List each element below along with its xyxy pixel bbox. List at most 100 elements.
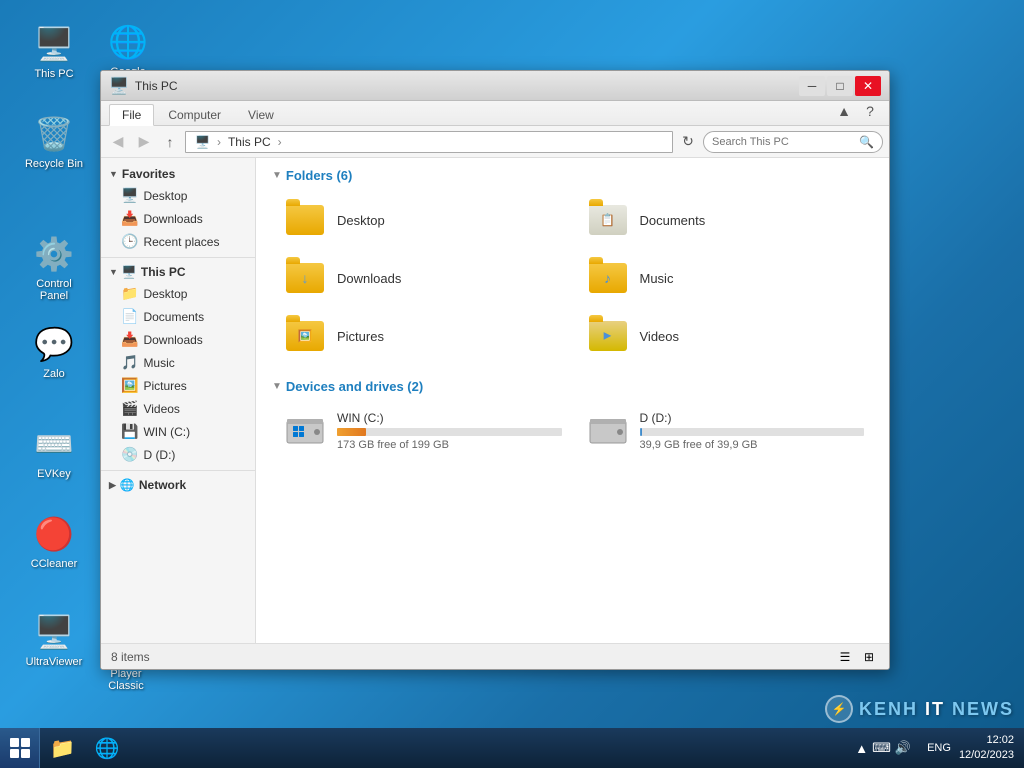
folders-grid: Desktop 📋 Documents — [272, 193, 873, 363]
sidebar-item-downloads[interactable]: 📥 Downloads — [101, 207, 255, 230]
desktop-icon-label: This PC — [34, 68, 73, 80]
help-button[interactable]: ? — [859, 100, 881, 122]
address-path[interactable]: 🖥️ › This PC › — [185, 131, 673, 153]
sidebar-header-favorites[interactable]: ▼ Favorites — [101, 164, 255, 184]
sidebar-item-label: Pictures — [143, 379, 186, 393]
forward-button[interactable]: ▶ — [133, 131, 155, 153]
clock[interactable]: 12:02 12/02/2023 — [959, 733, 1014, 764]
sidebar-header-thispc[interactable]: ▼ 🖥️ This PC — [101, 262, 255, 282]
chevron-icon: ▶ — [109, 480, 116, 491]
sidebar-item-label: Desktop — [143, 189, 187, 203]
tab-view[interactable]: View — [235, 104, 287, 125]
large-icons-view-button[interactable]: ⊞ — [859, 648, 879, 666]
taskbar-explorer-button[interactable]: 📁 — [42, 728, 83, 768]
section-arrow-icon: ▼ — [272, 381, 282, 392]
sidebar-item-dd[interactable]: 💿 D (D:) — [101, 443, 255, 466]
folder-item-music[interactable]: Music — [575, 251, 874, 305]
sidebar-item-music[interactable]: 🎵 Music — [101, 351, 255, 374]
folder-item-pictures[interactable]: 🖼️ Pictures — [272, 309, 571, 363]
path-this-pc[interactable]: This PC — [225, 134, 274, 150]
close-button[interactable]: ✕ — [855, 76, 881, 96]
sidebar-item-downloads2[interactable]: 📥 Downloads — [101, 328, 255, 351]
desktop-icon-this-pc[interactable]: 🖥️ This PC — [18, 20, 90, 84]
drive-item-dd[interactable]: D (D:) 39,9 GB free of 39,9 GB — [575, 404, 874, 458]
folder-item-downloads[interactable]: Downloads — [272, 251, 571, 305]
clock-date: 12/02/2023 — [959, 748, 1014, 763]
sidebar-item-label: Downloads — [143, 333, 202, 347]
folder-taskbar-icon: 📁 — [50, 736, 75, 761]
sidebar-item-documents[interactable]: 📄 Documents — [101, 305, 255, 328]
folder-icon: 🖼️ — [121, 377, 138, 394]
details-view-button[interactable]: ☰ — [835, 648, 855, 666]
minimize-button[interactable]: ─ — [799, 76, 825, 96]
folder-item-documents[interactable]: 📋 Documents — [575, 193, 874, 247]
back-button[interactable]: ◀ — [107, 131, 129, 153]
search-input[interactable] — [712, 136, 859, 148]
tray-volume-icon[interactable]: 🔊 — [895, 740, 911, 756]
drives-section-title: Devices and drives (2) — [286, 379, 423, 394]
sidebar-item-pictures[interactable]: 🖼️ Pictures — [101, 374, 255, 397]
desktop-icon-evkey[interactable]: ⌨️ EVKey — [18, 420, 90, 484]
sidebar-item-label: Videos — [143, 402, 179, 416]
sidebar-item-videos[interactable]: 🎬 Videos — [101, 397, 255, 420]
search-icon: 🔍 — [859, 135, 874, 149]
sidebar-divider — [101, 257, 255, 258]
clock-time: 12:02 — [959, 733, 1014, 748]
tab-computer[interactable]: Computer — [155, 104, 234, 125]
desktop: 🖥️ This PC 🌐 Google 🗑️ Recycle Bin ⚙️ Co… — [0, 0, 1024, 768]
sidebar-item-winc[interactable]: 💾 WIN (C:) — [101, 420, 255, 443]
desktop-icon-ccleaner[interactable]: 🔴 CCleaner — [18, 510, 90, 574]
ribbon: File Computer View ▲ ? — [101, 101, 889, 126]
maximize-button[interactable]: □ — [827, 76, 853, 96]
drive-bar-fill — [640, 428, 642, 436]
folder-icon: 📋 — [589, 205, 627, 235]
folder-icon: 📥 — [121, 331, 138, 348]
tray-lang[interactable]: ENG — [927, 742, 951, 754]
sidebar-item-desktop2[interactable]: 📁 Desktop — [101, 282, 255, 305]
tray-arrow-icon[interactable]: ▲ — [855, 741, 868, 756]
drive-item-winc[interactable]: WIN (C:) 173 GB free of 199 GB — [272, 404, 571, 458]
folder-icon-wrap: 🖼️ — [281, 316, 329, 356]
sidebar-item-label: Desktop — [143, 287, 187, 301]
drive-bar-fill — [337, 428, 366, 436]
desktop-icon-label: Control Panel — [22, 278, 86, 302]
desktop-icon-zalo[interactable]: 💬 Zalo — [18, 320, 90, 384]
desktop-icon-label: UltraViewer — [26, 656, 83, 668]
taskbar-tray: ▲ ⌨ 🔊 ENG 12:02 12/02/2023 — [855, 733, 1024, 764]
folders-section-header: ▼ Folders (6) — [272, 168, 873, 183]
ribbon-expand-button[interactable]: ▲ — [833, 100, 855, 122]
up-button[interactable]: ↑ — [159, 131, 181, 153]
folder-icon: 🎵 — [121, 354, 138, 371]
sidebar-header-network[interactable]: ▶ 🌐 Network — [101, 475, 255, 495]
taskbar-chrome-button[interactable]: 🌐 — [87, 728, 128, 768]
folder-icon-wrap — [584, 258, 632, 298]
tray-keyboard-icon[interactable]: ⌨ — [872, 740, 891, 756]
content-area: ▼ Folders (6) Desktop — [256, 158, 889, 643]
desktop-icon-control-panel[interactable]: ⚙️ Control Panel — [18, 230, 90, 306]
sidebar-item-desktop[interactable]: 🖥️ Desktop — [101, 184, 255, 207]
tray-icons: ▲ ⌨ 🔊 — [855, 740, 911, 756]
refresh-button[interactable]: ↻ — [677, 131, 699, 153]
sidebar-item-icon: 🖥️ — [122, 265, 137, 279]
sidebar-item-recent[interactable]: 🕒 Recent places — [101, 230, 255, 253]
ribbon-tab-list: File Computer View ▲ ? — [101, 101, 889, 125]
network-icon: 🌐 — [120, 478, 135, 492]
drive-name: WIN (C:) — [337, 411, 562, 425]
thispc-label: This PC — [141, 265, 186, 279]
desktop-icon-label: CCleaner — [31, 558, 77, 570]
drive-bar-bg — [337, 428, 562, 436]
folder-item-videos[interactable]: Videos — [575, 309, 874, 363]
tab-file[interactable]: File — [109, 104, 154, 126]
drives-section-header: ▼ Devices and drives (2) — [272, 379, 873, 394]
taskbar: 📁 🌐 ▲ ⌨ 🔊 ENG 12:02 12/02/2023 — [0, 728, 1024, 768]
address-bar: ◀ ▶ ↑ 🖥️ › This PC › ↻ 🔍 — [101, 126, 889, 158]
start-button[interactable] — [0, 728, 40, 768]
drive-info: D (D:) 39,9 GB free of 39,9 GB — [640, 411, 865, 451]
desktop-icon-ultraviwer[interactable]: 🖥️ UltraViewer — [18, 608, 90, 672]
drive-free: 173 GB free of 199 GB — [337, 439, 562, 451]
folder-item-desktop[interactable]: Desktop — [272, 193, 571, 247]
path-icon: 🖥️ — [192, 134, 213, 150]
search-box[interactable]: 🔍 — [703, 131, 883, 153]
desktop-icon-recycle-bin[interactable]: 🗑️ Recycle Bin — [18, 110, 90, 174]
folder-icon — [589, 263, 627, 293]
